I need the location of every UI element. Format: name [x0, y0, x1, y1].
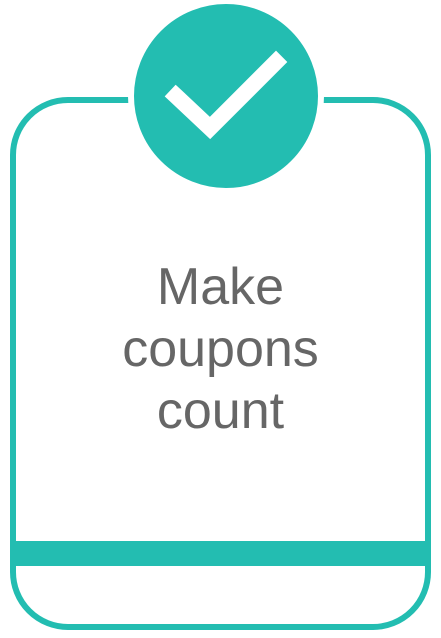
checkmark-icon — [164, 50, 288, 140]
card-band — [16, 541, 425, 566]
headline: Make coupons count — [10, 256, 431, 442]
coupon-card-graphic: Make coupons count — [0, 0, 441, 638]
headline-line-3: count — [156, 382, 285, 440]
headline-line-2: coupons — [122, 320, 319, 378]
headline-line-1: Make — [156, 258, 285, 316]
check-badge — [128, 0, 324, 194]
